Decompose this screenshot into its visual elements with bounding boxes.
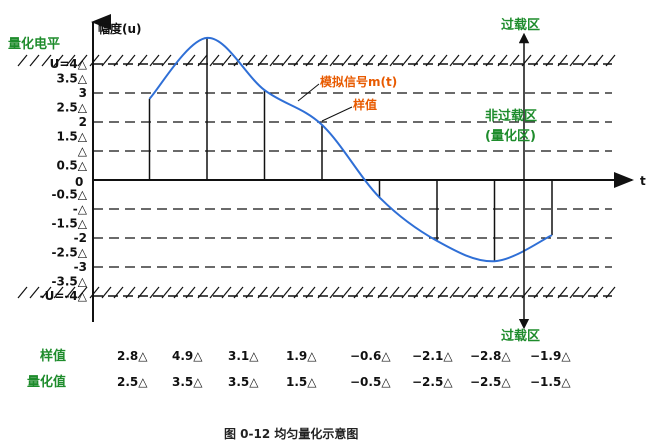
quant-value: −2.5△ (470, 375, 511, 389)
tick-label: 2 (79, 115, 87, 129)
overload-hatch-top (17, 54, 616, 67)
sample-value: 1.9△ (286, 349, 317, 363)
quant-value: 2.5△ (117, 375, 148, 389)
tick-label: 0.5△ (57, 159, 88, 173)
overload-bottom-hatch-stroke (17, 286, 28, 299)
tick-label: -U=-4△ (40, 289, 88, 303)
non-overload-label-1: 非过载区 (485, 108, 537, 124)
quant-value: −0.5△ (350, 375, 391, 389)
sample-value: −2.1△ (412, 349, 453, 363)
zero-label: 0 (75, 175, 83, 189)
non-overload-label-2: (量化区) (485, 128, 536, 144)
overload-top-hatch-stroke (17, 54, 28, 67)
overload-top-hatch-stroke (593, 54, 604, 67)
sample-stems (148, 37, 553, 262)
sample-leader-line (321, 106, 353, 122)
sample-value: −2.8△ (470, 349, 511, 363)
tick-label: -△ (73, 202, 88, 216)
overload-bottom-hatch-stroke (293, 286, 304, 299)
overload-top-hatch-stroke (353, 54, 364, 67)
tick-label: -3 (74, 260, 87, 274)
overload-hatch-bottom (17, 286, 616, 299)
tick-label: -0.5△ (52, 188, 88, 202)
level-title: 量化电平 (8, 36, 60, 52)
sample-label: 样值 (353, 97, 377, 112)
sample-values-row: 2.8△ 4.9△ 3.1△ 1.9△ −0.6△ −2.1△ −2.8△ −1.9△ (117, 349, 571, 363)
tick-label: -2 (74, 231, 87, 245)
overload-bottom-hatch-stroke (233, 286, 244, 299)
uniform-quantization-figure: U=4△ 3.5△ 3 2.5△ 2 1.5△ △ 0.5△ -0.5△ -△ -1.5△ -2 -2.… (0, 0, 668, 448)
overload-bottom-hatch-stroke (593, 286, 604, 299)
sample-value: 4.9△ (172, 349, 203, 363)
overload-top-hatch-stroke (113, 54, 124, 67)
sample-value: −1.9△ (530, 349, 571, 363)
overload-top-hatch-stroke (293, 54, 304, 67)
sample-value: 3.1△ (228, 349, 259, 363)
tick-label: 3.5△ (57, 72, 88, 86)
overload-bottom-hatch-stroke (533, 286, 544, 299)
overload-top-hatch-stroke (29, 54, 40, 67)
sample-row-label: 样值 (40, 348, 66, 364)
tick-label: 1.5△ (57, 130, 88, 144)
tick-label: △ (78, 144, 88, 158)
sample-value: −0.6△ (350, 349, 391, 363)
signal-label: 模拟信号m(t) (320, 74, 397, 89)
tick-label: -3.5△ (52, 275, 88, 289)
quant-row-label: 量化值 (27, 374, 66, 390)
quantization-diagram: U=4△3.5△32.5△21.5△△0.5△-0.5△-△-1.5△-2-2.… (8, 14, 646, 441)
quant-value: 1.5△ (286, 375, 317, 389)
overload-top-hatch-stroke (413, 54, 424, 67)
x-axis-label: t (640, 174, 646, 188)
overload-bottom-hatch-stroke (353, 286, 364, 299)
quant-value: −2.5△ (412, 375, 453, 389)
overload-bottom-label: 过载区 (501, 328, 540, 344)
quant-value: 3.5△ (228, 375, 259, 389)
overload-bottom-hatch-stroke (173, 286, 184, 299)
quant-values-row: 2.5△ 3.5△ 3.5△ 1.5△ −0.5△ −2.5△ −2.5△ −1.5△ (117, 375, 571, 389)
overload-bottom-hatch-stroke (29, 286, 40, 299)
overload-bottom-hatch-stroke (413, 286, 424, 299)
tick-label: -1.5△ (52, 217, 88, 231)
overload-top-hatch-stroke (533, 54, 544, 67)
overload-bottom-hatch-stroke (113, 286, 124, 299)
overload-top-hatch-stroke (473, 54, 484, 67)
figure-caption: 图 0-12 均匀量化示意图 (224, 426, 358, 441)
tick-label: -2.5△ (52, 246, 88, 260)
tick-label: U=4△ (50, 57, 88, 71)
quant-value: −1.5△ (530, 375, 571, 389)
tick-label: 2.5△ (57, 101, 88, 115)
tick-label: 3 (79, 86, 87, 100)
sample-value: 2.8△ (117, 349, 148, 363)
overload-top-label: 过载区 (501, 17, 540, 33)
overload-bottom-hatch-stroke (473, 286, 484, 299)
y-axis-label: 幅度(u) (98, 21, 142, 36)
analog-signal-curve (148, 36, 553, 263)
quant-value: 3.5△ (172, 375, 203, 389)
